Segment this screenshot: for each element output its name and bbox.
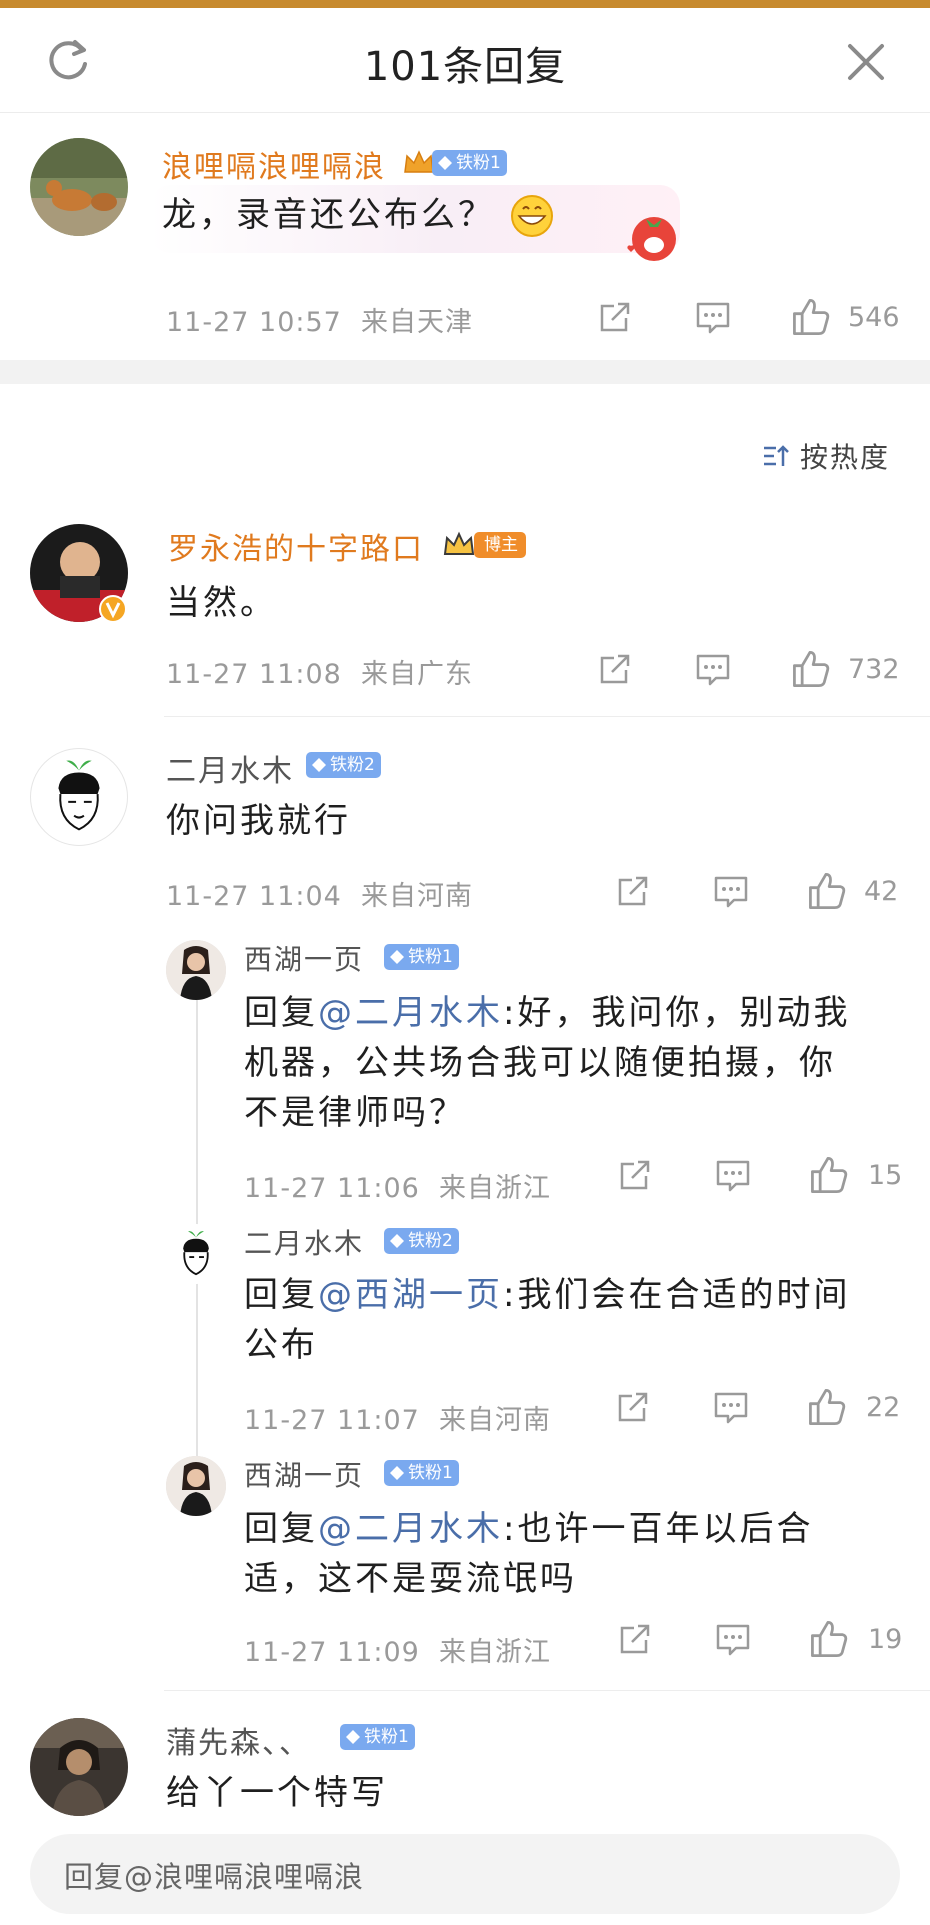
comment-meta: 11-27 10:57 来自天津 [166, 307, 474, 338]
blogger-badge: 博主 [474, 532, 526, 558]
reply-text: 回复@二月水木:也许一百年以后合 适，这不是耍流氓吗 [244, 1509, 814, 1599]
reply-sheet-header: 101条回复 [0, 8, 930, 113]
reply-prefix: 回复 [244, 993, 318, 1033]
like-count: 22 [866, 1392, 901, 1423]
diamond-icon [312, 758, 326, 772]
sort-by-hot-button[interactable]: 按热度 [762, 436, 890, 476]
section-separator [0, 360, 930, 384]
reply-prefix: 回复 [244, 1275, 318, 1315]
username[interactable]: 浪哩嗝浪哩嗝浪 [162, 142, 386, 186]
fan-badge: 铁粉2 [306, 752, 381, 778]
thumbs-up-icon[interactable] [806, 870, 848, 912]
share-icon[interactable] [596, 298, 634, 336]
comment-meta: 11-27 11:09 来自浙江 [244, 1637, 552, 1668]
fan-badge: 铁粉2 [384, 1228, 459, 1254]
comment-icon[interactable] [694, 650, 732, 688]
comment-text: 当然。 [166, 583, 277, 623]
reply-input[interactable]: 回复@浪哩嗝浪哩嗝浪 [30, 1834, 900, 1914]
diamond-icon [438, 156, 452, 170]
avatar[interactable] [30, 1718, 128, 1816]
fan-badge: 铁粉1 [340, 1724, 415, 1750]
close-icon[interactable] [842, 38, 890, 86]
grin-emoji-icon [511, 195, 553, 237]
thumbs-up-icon[interactable] [808, 1618, 850, 1660]
comment-text: 给丫一个特写 [166, 1773, 388, 1813]
avatar[interactable] [30, 138, 128, 236]
verified-icon [99, 595, 127, 623]
username[interactable]: 蒲先森、、 [166, 1718, 311, 1762]
fan-badge: 铁粉1 [384, 1460, 459, 1486]
diamond-icon [390, 1234, 404, 1248]
comment-icon[interactable] [712, 872, 750, 910]
reply-text: 回复@西湖一页:我们会在合适的时间 公布 [244, 1275, 851, 1365]
thumbs-up-icon[interactable] [790, 648, 832, 690]
share-icon[interactable] [616, 1620, 654, 1658]
username[interactable]: 二月水木 [166, 746, 294, 790]
like-count: 42 [864, 876, 899, 907]
comment-icon[interactable] [714, 1156, 752, 1194]
username[interactable]: 西湖一页 [244, 938, 364, 978]
divider [164, 1690, 930, 1691]
reply-text: 回复@二月水木:好，我问你，别动我 机器，公共场合我可以随便拍摄，你 不是律师吗… [244, 993, 851, 1133]
tomato-sticker-icon [627, 217, 676, 261]
share-icon[interactable] [616, 1156, 654, 1194]
reply-prefix: 回复 [244, 1509, 318, 1549]
diamond-icon [346, 1730, 360, 1744]
comment-icon[interactable] [714, 1620, 752, 1658]
comment-text: 龙，录音还公布么？ [162, 195, 495, 235]
comment-icon[interactable] [712, 1388, 750, 1426]
avatar[interactable] [166, 1224, 226, 1284]
fan-badge: 铁粉1 [432, 150, 507, 176]
top-accent-strip [0, 0, 930, 8]
share-icon[interactable] [614, 872, 652, 910]
fan-badge: 铁粉1 [384, 944, 459, 970]
share-icon[interactable] [614, 1388, 652, 1426]
username[interactable]: 二月水木 [244, 1222, 364, 1262]
avatar[interactable] [166, 940, 226, 1000]
sort-icon [764, 445, 789, 466]
username[interactable]: 罗永浩的十字路口 [168, 524, 424, 568]
page-title: 101条回复 [363, 44, 567, 90]
mention-link[interactable]: @二月水木 [318, 993, 503, 1033]
avatar[interactable] [30, 748, 128, 846]
thumbs-up-icon[interactable] [806, 1386, 848, 1428]
comment-text: 你问我就行 [166, 801, 351, 841]
diamond-icon [390, 950, 404, 964]
mention-link[interactable]: @西湖一页 [318, 1275, 503, 1315]
like-count: 546 [848, 302, 900, 333]
thumbs-up-icon[interactable] [790, 296, 832, 338]
comment-icon[interactable] [694, 298, 732, 336]
like-count: 732 [848, 654, 900, 685]
crown-icon [404, 150, 434, 173]
crown-icon [443, 531, 475, 555]
username[interactable]: 西湖一页 [244, 1454, 364, 1494]
reply-input-placeholder: 回复@浪哩嗝浪哩嗝浪 [64, 1860, 365, 1894]
like-count: 19 [868, 1624, 903, 1655]
comment-meta: 11-27 11:07 来自河南 [244, 1405, 552, 1436]
like-count: 15 [868, 1160, 903, 1191]
thumbs-up-icon[interactable] [808, 1154, 850, 1196]
comment-meta: 11-27 11:06 来自浙江 [244, 1173, 552, 1204]
avatar[interactable] [166, 1456, 226, 1516]
share-icon[interactable] [596, 650, 634, 688]
diamond-icon [390, 1466, 404, 1480]
divider [164, 716, 930, 717]
comment-meta: 11-27 11:08 来自广东 [166, 659, 474, 690]
mention-link[interactable]: @二月水木 [318, 1509, 503, 1549]
comment-meta: 11-27 11:04 来自河南 [166, 881, 474, 912]
